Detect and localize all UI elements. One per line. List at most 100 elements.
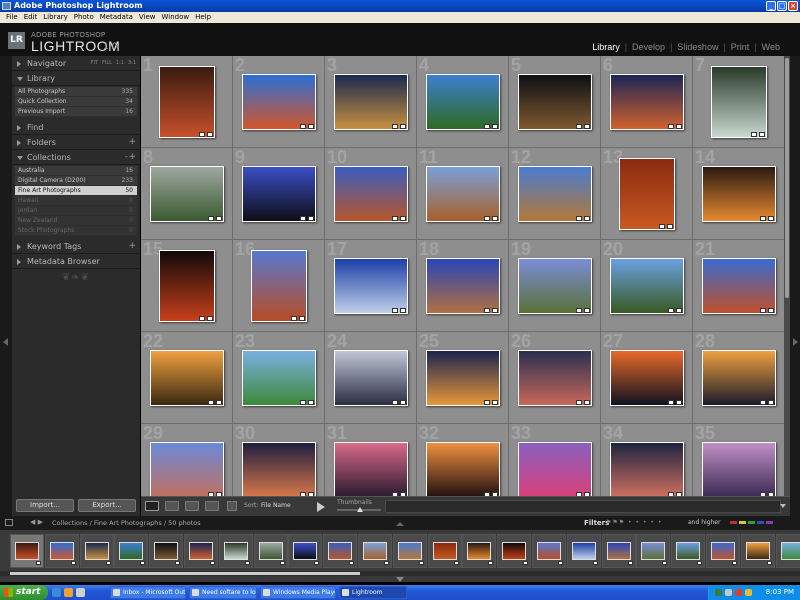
photo-thumbnail[interactable]: [518, 350, 592, 406]
start-button[interactable]: start: [0, 585, 48, 600]
import-button[interactable]: Import...: [16, 499, 74, 512]
photo-thumbnail[interactable]: [242, 166, 316, 222]
sort-select[interactable]: File Name: [261, 502, 291, 509]
filmstrip-thumb[interactable]: [532, 534, 566, 568]
menu-view[interactable]: View: [136, 12, 159, 23]
grid-cell[interactable]: 4: [417, 56, 509, 148]
grid-cell[interactable]: 29: [141, 423, 233, 496]
grid-cell[interactable]: 18: [417, 239, 509, 332]
grid-cell[interactable]: 22: [141, 331, 233, 424]
photo-thumbnail[interactable]: [334, 166, 408, 222]
grid-cell[interactable]: 33: [509, 423, 601, 496]
module-develop[interactable]: Develop: [630, 42, 667, 52]
window-title-bar[interactable]: Adobe Photoshop Lightroom _ □ ×: [0, 0, 800, 12]
grid-cell[interactable]: 23: [233, 331, 325, 424]
filmstrip-thumb[interactable]: [671, 534, 706, 568]
right-panel-toggle[interactable]: [790, 56, 800, 516]
photo-thumbnail[interactable]: [518, 258, 592, 314]
add-collection-button[interactable]: +: [128, 150, 136, 165]
photo-thumbnail[interactable]: [251, 250, 307, 322]
grid-cell[interactable]: 7: [693, 56, 784, 148]
filmstrip-thumb[interactable]: [253, 534, 288, 568]
grid-cell[interactable]: 24: [325, 331, 417, 424]
left-panel-toggle[interactable]: [0, 56, 12, 516]
filmstrip-thumb[interactable]: [706, 534, 740, 568]
grid-scrollbar[interactable]: [784, 56, 790, 496]
library-section[interactable]: Library: [12, 71, 140, 86]
grid-cell[interactable]: 11: [417, 147, 509, 240]
color-label-swatch[interactable]: [766, 521, 773, 524]
filmstrip-thumb[interactable]: [392, 534, 427, 568]
photo-thumbnail[interactable]: [334, 74, 408, 130]
desktop-icon[interactable]: [76, 588, 85, 597]
nav-arrows-icon[interactable]: ◀ ▶: [30, 518, 43, 526]
photo-thumbnail[interactable]: [334, 258, 408, 314]
list-item[interactable]: All Photographs 335: [15, 87, 137, 97]
filmstrip-thumb[interactable]: [149, 534, 184, 568]
taskbar-item[interactable]: Need softare to load i...: [189, 586, 257, 599]
grid-cell[interactable]: 30: [233, 423, 325, 496]
grid-cell[interactable]: 21: [693, 239, 784, 332]
bottom-panel-arrow-icon[interactable]: [396, 577, 404, 582]
grid-cell[interactable]: 14: [693, 147, 784, 240]
zoom-1-1[interactable]: 1:1: [116, 56, 124, 71]
grid-cell[interactable]: 17: [325, 239, 417, 332]
filmstrip[interactable]: [0, 530, 800, 582]
thumbnail-grid[interactable]: 1 2 3 4 5 6 7 8 9 10 11 12 13 14 15 16 17 18 19 20 21 22 23 24 2…: [141, 56, 784, 496]
menu-help[interactable]: Help: [192, 12, 214, 23]
photo-thumbnail[interactable]: [242, 350, 316, 406]
photo-thumbnail[interactable]: [610, 350, 684, 406]
filmstrip-thumb[interactable]: [740, 534, 775, 568]
menu-metadata[interactable]: Metadata: [97, 12, 136, 23]
menu-photo[interactable]: Photo: [71, 12, 97, 23]
survey-view-icon[interactable]: [205, 501, 219, 511]
module-print[interactable]: Print: [729, 42, 752, 52]
taskbar-item[interactable]: Windows Media Player: [260, 586, 336, 599]
filmstrip-collapse-arrow-icon[interactable]: [396, 522, 404, 526]
filmstrip-thumb[interactable]: [288, 534, 323, 568]
list-item[interactable]: Jordan 0: [15, 206, 137, 216]
play-icon[interactable]: [317, 502, 325, 512]
photo-thumbnail[interactable]: [426, 258, 500, 314]
grid-cell[interactable]: 10: [325, 147, 417, 240]
photo-thumbnail[interactable]: [426, 166, 500, 222]
photo-thumbnail[interactable]: [334, 350, 408, 406]
photo-thumbnail[interactable]: [702, 258, 776, 314]
grid-cell[interactable]: 1: [141, 56, 233, 148]
slider-knob[interactable]: [357, 507, 363, 512]
taskbar-item[interactable]: Lightroom: [339, 586, 407, 599]
filmstrip-thumb[interactable]: [218, 534, 253, 568]
ie-icon[interactable]: [52, 588, 61, 597]
filmstrip-thumb[interactable]: [10, 534, 44, 568]
photo-thumbnail[interactable]: [702, 350, 776, 406]
outlook-icon[interactable]: [64, 588, 73, 597]
thumbnail-size-slider[interactable]: [337, 507, 381, 512]
scrollbar-thumb[interactable]: [785, 58, 789, 298]
source-path[interactable]: Collections / Fine Art Photographs / 50 …: [52, 519, 201, 527]
photo-thumbnail[interactable]: [334, 442, 408, 496]
filmstrip-thumb[interactable]: [79, 534, 114, 568]
zoom-fill[interactable]: FILL: [102, 56, 112, 71]
zoom-fit[interactable]: FIT: [91, 56, 98, 71]
metadata-browser-section[interactable]: Metadata Browser: [12, 254, 140, 269]
list-item[interactable]: Quick Collection 34: [15, 97, 137, 107]
filmstrip-thumb[interactable]: [497, 534, 532, 568]
grid-cell[interactable]: 25: [417, 331, 509, 424]
photo-thumbnail[interactable]: [426, 74, 500, 130]
filmstrip-thumb[interactable]: [462, 534, 497, 568]
photo-thumbnail[interactable]: [702, 166, 776, 222]
list-item[interactable]: Fine Art Photographs 50: [15, 186, 137, 196]
photo-thumbnail[interactable]: [150, 166, 224, 222]
close-button[interactable]: ×: [788, 1, 798, 11]
compare-view-icon[interactable]: [185, 501, 199, 511]
grid-cell[interactable]: 16: [233, 239, 325, 332]
photo-thumbnail[interactable]: [150, 442, 224, 496]
tray-network-icon[interactable]: [715, 589, 722, 596]
list-item[interactable]: New Zealand 0: [15, 216, 137, 226]
filmstrip-scrollbar-thumb[interactable]: [10, 572, 360, 575]
grid-cell[interactable]: 35: [693, 423, 784, 496]
menu-file[interactable]: File: [3, 12, 21, 23]
grid-view-icon[interactable]: [145, 501, 159, 511]
photo-thumbnail[interactable]: [426, 350, 500, 406]
add-keyword-button[interactable]: +: [128, 239, 136, 254]
